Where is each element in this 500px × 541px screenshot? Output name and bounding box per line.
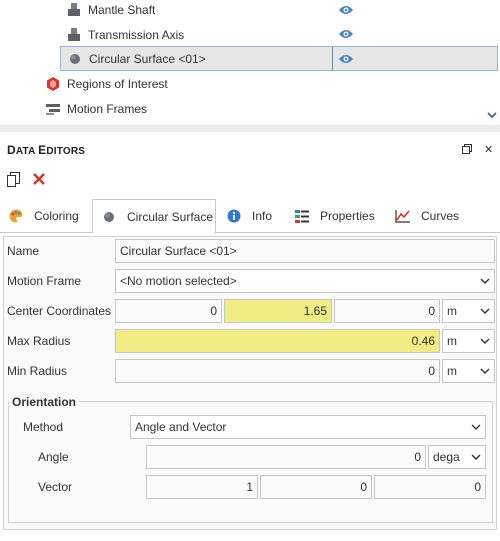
angle-field[interactable]: 0 [146, 445, 426, 469]
editor-tabs: Coloring Circular Surface Info Propertie… [0, 199, 500, 234]
tab-label: Curves [421, 209, 460, 223]
center-z-field[interactable]: 0 [334, 299, 440, 323]
chevron-down-icon [480, 308, 490, 314]
center-coordinates-label: Center Coordinates [7, 304, 112, 318]
motion-frame-label: Motion Frame [7, 274, 82, 288]
tree-item-label: Circular Surface <01> [89, 51, 206, 66]
column-divider [332, 47, 333, 70]
tab-label: Coloring [34, 209, 79, 223]
min-radius-field[interactable]: 0 [115, 359, 440, 383]
vector-y-field[interactable]: 0 [260, 475, 372, 499]
copy-icon[interactable] [7, 172, 20, 187]
vector-label: Vector [38, 480, 73, 494]
orientation-title: Orientation [9, 395, 80, 409]
name-label: Name [7, 244, 40, 258]
unit-value: dega [433, 450, 460, 464]
object-tree: Mantle Shaft Transmission Axis Circular … [0, 0, 500, 125]
tab-label: Properties [320, 209, 375, 223]
vector-x-field[interactable]: 1 [146, 475, 258, 499]
tree-item-label: Mantle Shaft [88, 2, 156, 17]
delete-icon[interactable] [32, 172, 46, 186]
float-window-icon[interactable] [462, 144, 472, 154]
properties-icon [294, 208, 310, 224]
mantle-shaft-icon [66, 2, 82, 18]
vector-z-field[interactable]: 0 [374, 475, 486, 499]
chevron-down-icon [480, 338, 490, 344]
tree-item-label: Transmission Axis [88, 27, 185, 42]
close-panel-button[interactable]: ✕ [484, 143, 493, 156]
curves-icon [395, 208, 411, 224]
circular-surface-icon [101, 209, 117, 225]
tab-properties[interactable]: Properties [294, 199, 375, 233]
palette-icon [8, 208, 24, 224]
tab-label: Info [252, 209, 273, 223]
tab-circular-surface[interactable]: Circular Surface [92, 199, 216, 234]
tab-coloring[interactable]: Coloring [8, 199, 79, 233]
transmission-axis-icon [66, 27, 82, 43]
tree-item-label: Regions of Interest [67, 76, 168, 91]
tree-item-label: Motion Frames [67, 101, 148, 116]
unit-value: m [447, 334, 457, 348]
motion-frame-select[interactable]: <No motion selected> [115, 269, 495, 293]
scroll-down-chevron-icon[interactable] [486, 110, 498, 120]
method-label: Method [23, 420, 64, 434]
splitter[interactable] [0, 125, 500, 132]
max-radius-field[interactable]: 0.46 [115, 329, 440, 353]
panel-title: DATA EDITORS [7, 143, 86, 157]
angle-unit-select[interactable]: dega [428, 445, 486, 469]
tree-item-circular-surface[interactable]: Circular Surface <01> [60, 46, 498, 71]
visibility-eye-icon[interactable] [338, 4, 354, 16]
center-unit-select[interactable]: m [442, 299, 495, 323]
motion-frames-icon [45, 101, 61, 117]
motion-frame-value: <No motion selected> [120, 274, 237, 288]
chevron-down-icon [480, 278, 490, 284]
unit-value: m [447, 364, 457, 378]
tree-item-motion-frames[interactable]: Motion Frames [45, 96, 147, 121]
chevron-down-icon [471, 454, 481, 460]
tab-label: Circular Surface [127, 209, 214, 224]
max-radius-unit-select[interactable]: m [442, 329, 495, 353]
chevron-down-icon [471, 424, 481, 430]
chevron-down-icon [480, 368, 490, 374]
center-x-field[interactable]: 0 [115, 299, 222, 323]
tree-item-transmission-axis[interactable]: Transmission Axis [66, 22, 184, 47]
info-icon [226, 208, 242, 224]
tree-item-mantle-shaft[interactable]: Mantle Shaft [66, 0, 155, 22]
tree-item-regions-of-interest[interactable]: Regions of Interest [45, 71, 168, 96]
visibility-eye-icon[interactable] [338, 53, 354, 65]
tab-curves[interactable]: Curves [395, 199, 459, 233]
max-radius-label: Max Radius [7, 334, 71, 348]
center-y-field[interactable]: 1.65 [224, 299, 332, 323]
regions-of-interest-icon [45, 76, 61, 92]
tab-info[interactable]: Info [226, 199, 272, 233]
visibility-eye-icon[interactable] [338, 28, 354, 40]
name-field[interactable]: Circular Surface <01> [115, 239, 495, 263]
circular-surface-icon [67, 51, 83, 67]
unit-value: m [447, 304, 457, 318]
method-select[interactable]: Angle and Vector [130, 415, 486, 439]
method-value: Angle and Vector [135, 420, 227, 434]
min-radius-label: Min Radius [7, 364, 68, 378]
min-radius-unit-select[interactable]: m [442, 359, 495, 383]
angle-label: Angle [38, 450, 69, 464]
